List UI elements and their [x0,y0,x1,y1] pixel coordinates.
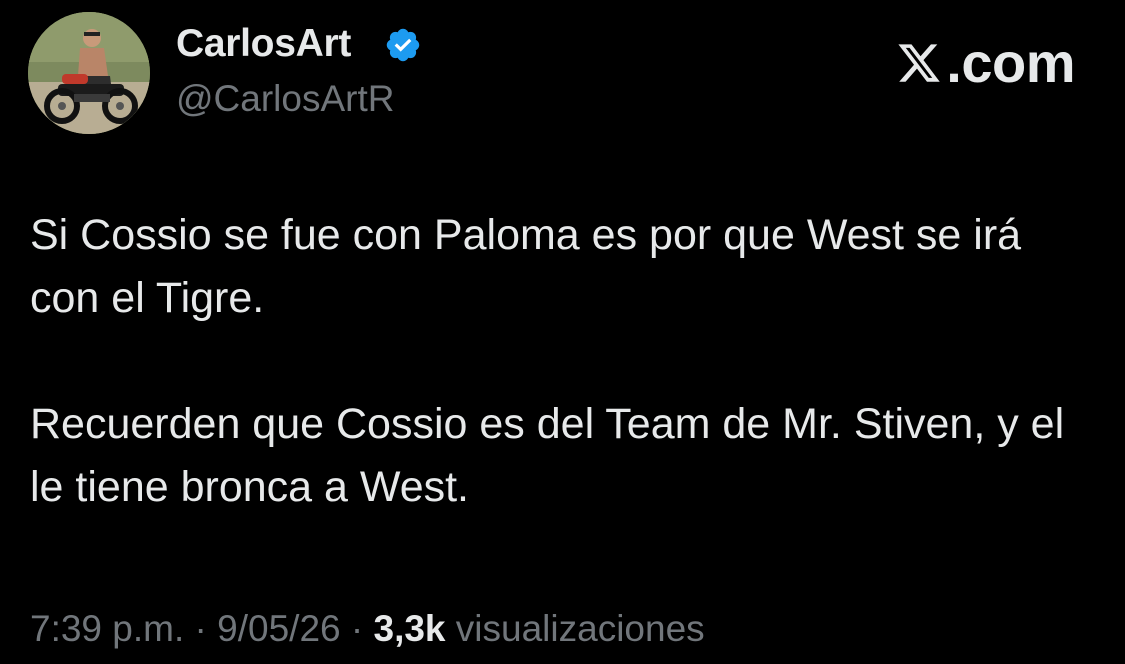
avatar-photo [28,12,150,134]
meta-separator: · [184,608,218,649]
x-com-watermark: .com [896,30,1075,95]
author-handle[interactable]: @CarlosArtR [176,78,394,120]
display-name[interactable]: CarlosArt [176,22,351,66]
tweet-meta: 7:39 p.m. · 9/05/26 · 3,3k visualizacion… [30,608,705,650]
tweet-text: Si Cossio se fue con Paloma es por que W… [30,204,1100,519]
verified-badge-icon [386,28,420,62]
views-count[interactable]: 3,3k [374,608,446,649]
views-label: visualizaciones [455,608,705,649]
tweet-paragraph: Si Cossio se fue con Paloma es por que W… [30,211,1022,322]
tweet-paragraph: Recuerden que Cossio es del Team de Mr. … [30,400,1065,511]
avatar[interactable] [28,12,150,134]
watermark-label: .com [946,31,1075,94]
tweet-date[interactable]: 9/05/26 [217,608,340,649]
tweet-time[interactable]: 7:39 p.m. [30,608,184,649]
x-logo-icon [898,43,941,82]
meta-separator: · [340,608,374,649]
